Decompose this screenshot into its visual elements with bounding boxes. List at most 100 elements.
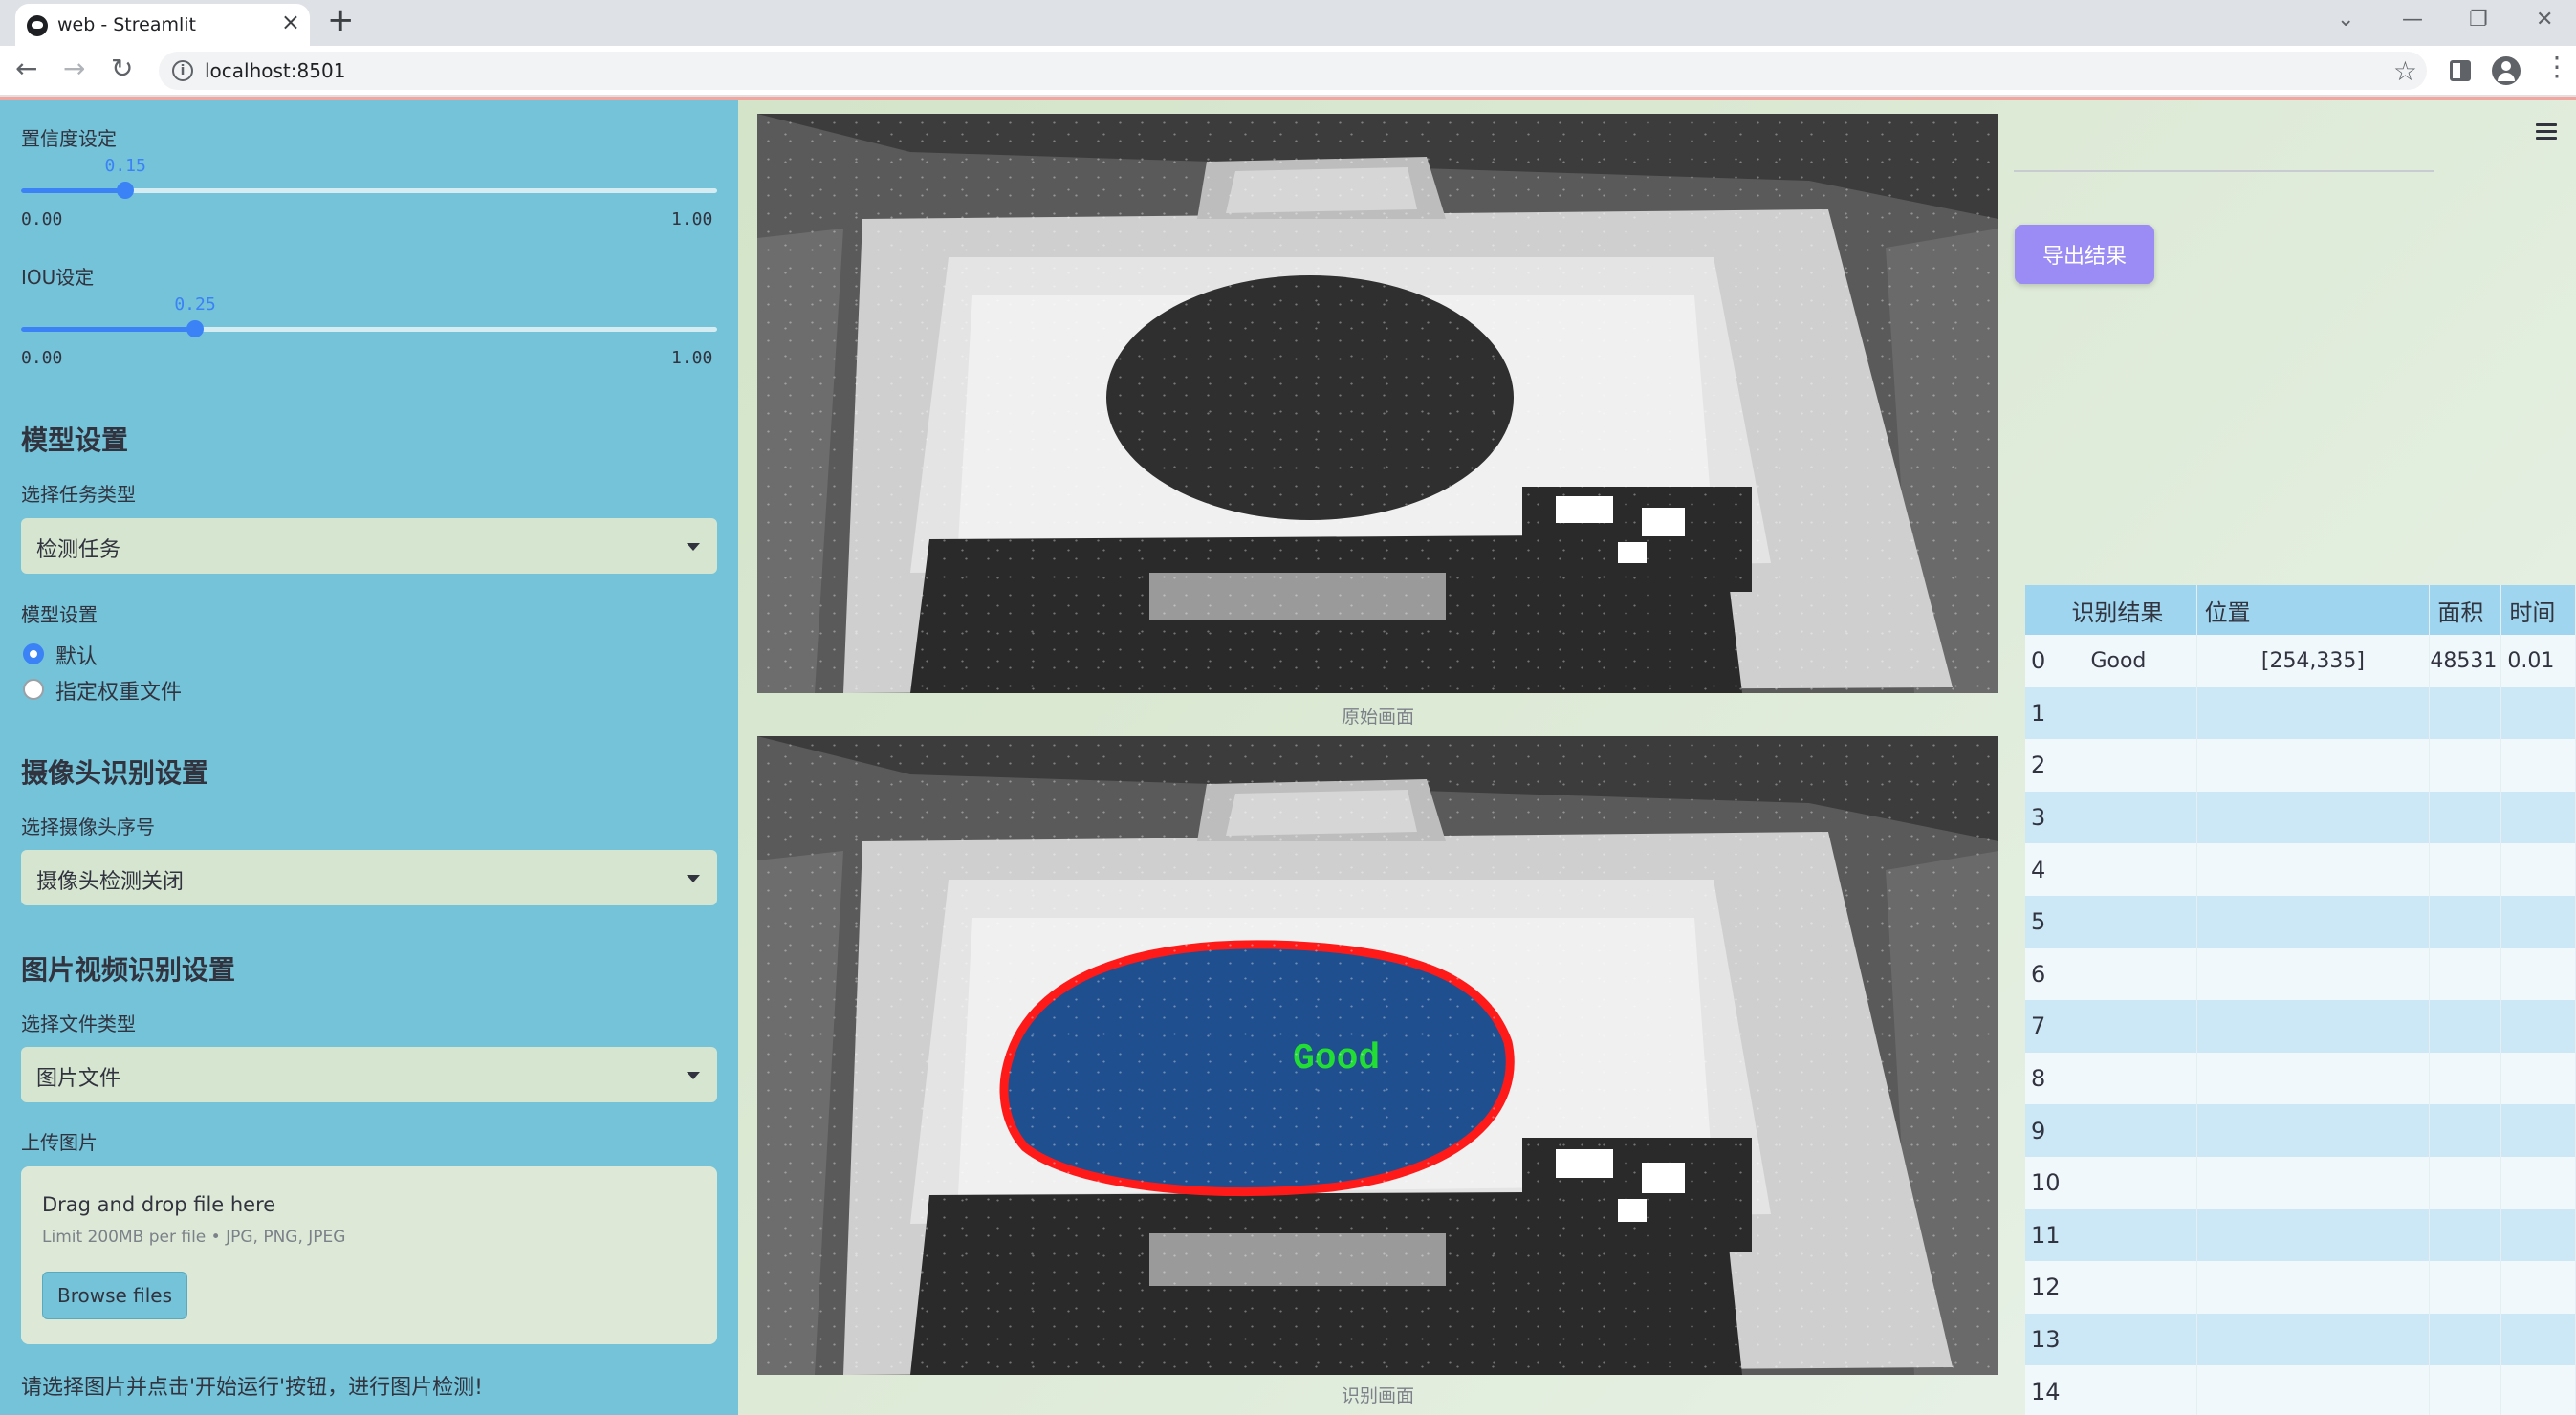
- confidence-slider[interactable]: [21, 182, 717, 199]
- main-content: 原始画面 Good 识别画面 导出结果 识别结果 位置 面积 时间 0 Good…: [738, 97, 2576, 1415]
- cell-result: [2063, 947, 2197, 1001]
- iou-slider[interactable]: [21, 320, 717, 337]
- table-row[interactable]: 2: [2025, 739, 2576, 792]
- iou-slider-fill: [21, 327, 195, 332]
- browse-files-button[interactable]: Browse files: [42, 1272, 187, 1319]
- table-row[interactable]: 9: [2025, 1104, 2576, 1157]
- tab-search-chevron-icon[interactable]: ⌄: [2337, 8, 2354, 32]
- cell-index: 4: [2025, 843, 2064, 896]
- image-noise-overlay: [757, 736, 1998, 1375]
- chevron-down-icon: [687, 1072, 700, 1079]
- cell-time: [2500, 1261, 2576, 1314]
- iou-value: 0.25: [174, 294, 216, 315]
- forward-arrow-icon[interactable]: →: [63, 55, 85, 82]
- cell-area: [2429, 1208, 2502, 1262]
- cell-index: 5: [2025, 895, 2064, 948]
- table-row[interactable]: 0 Good [254,335] 48531 0.01: [2025, 635, 2576, 687]
- cell-area: [2429, 1000, 2502, 1053]
- radio-default[interactable]: [23, 643, 44, 664]
- file-dropzone[interactable]: Drag and drop file here Limit 200MB per …: [21, 1166, 717, 1344]
- cell-area: [2429, 1261, 2502, 1314]
- table-row[interactable]: 3: [2025, 791, 2576, 844]
- cell-result: [2063, 1104, 2197, 1157]
- cell-result: Good: [2063, 635, 2197, 687]
- back-arrow-icon[interactable]: ←: [15, 55, 37, 82]
- new-tab-icon[interactable]: +: [327, 4, 355, 36]
- radio-default-label[interactable]: 默认: [55, 640, 98, 670]
- cell-position: [2196, 686, 2431, 740]
- confidence-slider-thumb[interactable]: [117, 182, 135, 199]
- cell-area: 48531: [2429, 635, 2502, 687]
- close-tab-icon[interactable]: ×: [281, 11, 300, 33]
- table-row[interactable]: 14: [2025, 1365, 2576, 1415]
- cell-result: [2063, 1365, 2197, 1415]
- url-text: localhost:8501: [205, 59, 346, 82]
- export-results-button[interactable]: 导出结果: [2015, 225, 2154, 284]
- close-window-icon[interactable]: ✕: [2536, 8, 2553, 32]
- table-header-time[interactable]: 时间: [2500, 585, 2576, 635]
- site-info-icon[interactable]: i: [172, 60, 193, 81]
- cell-time: [2500, 1156, 2576, 1209]
- chevron-down-icon: [687, 543, 700, 551]
- side-panel-icon[interactable]: [2450, 60, 2471, 81]
- camera-index-label: 选择摄像头序号: [21, 816, 155, 838]
- cell-position: [2196, 1261, 2431, 1314]
- table-row[interactable]: 13: [2025, 1313, 2576, 1366]
- cell-index: 1: [2025, 686, 2064, 740]
- cell-area: [2429, 1052, 2502, 1105]
- profile-avatar-icon[interactable]: [2492, 56, 2521, 85]
- cell-result: [2063, 1261, 2197, 1314]
- cell-area: [2429, 1104, 2502, 1157]
- table-row[interactable]: 6: [2025, 947, 2576, 1001]
- bookmark-star-icon[interactable]: ☆: [2393, 55, 2417, 87]
- cell-area: [2429, 791, 2502, 844]
- hamburger-menu-icon[interactable]: [2536, 123, 2557, 141]
- cell-position: [2196, 791, 2431, 844]
- dropzone-title: Drag and drop file here: [42, 1193, 276, 1216]
- cell-time: [2500, 686, 2576, 740]
- cell-result: [2063, 1000, 2197, 1053]
- cell-position: [2196, 1052, 2431, 1105]
- table-header-result[interactable]: 识别结果: [2063, 585, 2197, 635]
- radio-custom-weights-label[interactable]: 指定权重文件: [55, 675, 182, 706]
- cell-position: [254,335]: [2196, 635, 2431, 687]
- iou-min: 0.00: [21, 348, 63, 368]
- minimize-icon[interactable]: —: [2402, 8, 2423, 32]
- sidebar: 置信度设定 0.15 0.00 1.00 IOU设定 0.25 0.00 1.0…: [0, 97, 738, 1415]
- camera-index-select[interactable]: 摄像头检测关闭: [21, 850, 717, 905]
- cell-time: 0.01: [2500, 635, 2576, 687]
- reload-icon[interactable]: ↻: [111, 55, 133, 82]
- cell-index: 3: [2025, 791, 2064, 844]
- table-header-position[interactable]: 位置: [2196, 585, 2431, 635]
- table-row[interactable]: 7: [2025, 1000, 2576, 1053]
- cell-index: 2: [2025, 739, 2064, 792]
- iou-slider-thumb[interactable]: [186, 320, 204, 337]
- file-type-select[interactable]: 图片文件: [21, 1047, 717, 1102]
- table-header-index[interactable]: [2025, 585, 2064, 635]
- restore-icon[interactable]: ❐: [2469, 8, 2488, 32]
- table-row[interactable]: 12: [2025, 1261, 2576, 1314]
- cell-position: [2196, 739, 2431, 792]
- image-noise-overlay: [757, 114, 1998, 693]
- file-type-label: 选择文件类型: [21, 1012, 136, 1035]
- address-bar[interactable]: i localhost:8501 ☆: [159, 52, 2427, 90]
- cell-index: 13: [2025, 1313, 2064, 1366]
- task-type-select[interactable]: 检测任务: [21, 518, 717, 574]
- table-row[interactable]: 4: [2025, 843, 2576, 896]
- table-row[interactable]: 5: [2025, 895, 2576, 948]
- browser-menu-icon[interactable]: ⋮: [2543, 54, 2570, 80]
- table-header-area[interactable]: 面积: [2429, 585, 2502, 635]
- cell-index: 12: [2025, 1261, 2064, 1314]
- browser-tab[interactable]: web - Streamlit ×: [15, 4, 310, 46]
- table-row[interactable]: 11: [2025, 1208, 2576, 1262]
- radio-custom-weights[interactable]: [23, 679, 44, 700]
- table-row[interactable]: 1: [2025, 686, 2576, 740]
- cell-time: [2500, 895, 2576, 948]
- table-row[interactable]: 8: [2025, 1052, 2576, 1105]
- cell-time: [2500, 791, 2576, 844]
- cell-time: [2500, 1313, 2576, 1366]
- table-row[interactable]: 10: [2025, 1156, 2576, 1209]
- cell-index: 0: [2025, 635, 2064, 687]
- cell-index: 8: [2025, 1052, 2064, 1105]
- cell-index: 9: [2025, 1104, 2064, 1157]
